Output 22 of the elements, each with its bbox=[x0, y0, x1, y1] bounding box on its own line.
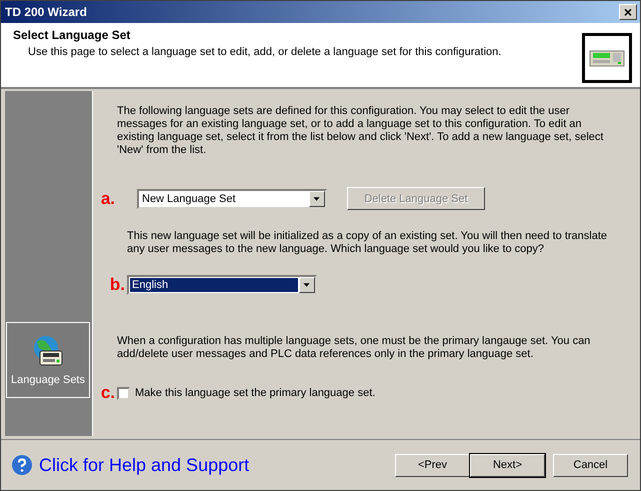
window-title: TD 200 Wizard bbox=[5, 5, 87, 19]
help-icon bbox=[11, 454, 33, 476]
page-subtitle: Use this page to select a language set to edit, add, or delete a language set for this configuration. bbox=[28, 46, 502, 58]
primary-checkbox[interactable] bbox=[117, 386, 130, 400]
page-title: Select Language Set bbox=[13, 28, 132, 42]
copy-language-dropdown[interactable]: English bbox=[127, 275, 317, 295]
step-marker: b. bbox=[108, 275, 126, 295]
copy-instructions: This new language set will be initialized as a copy of an existing set. You will then need to translate any user messages to the new language. Which language set would you like to copy? bbox=[126, 230, 608, 256]
step-marker: c. bbox=[100, 383, 116, 403]
cancel-button[interactable]: Cancel bbox=[553, 454, 628, 476]
prev-button[interactable]: <Prev bbox=[395, 454, 470, 476]
help-link[interactable]: Click for Help and Support bbox=[11, 454, 250, 476]
step-marker: a. bbox=[100, 188, 116, 208]
primary-set-text: When a configuration has multiple language sets, one must be the primary langauge set. You can add/delete user messages and PLC data references only in the primary language set. bbox=[117, 335, 592, 361]
close-button[interactable]: × bbox=[619, 4, 637, 20]
checkbox-label: Make this language set the primary language set. bbox=[135, 387, 376, 399]
language-dropdown[interactable]: New Language Set bbox=[137, 188, 327, 208]
globe-device-icon bbox=[31, 334, 65, 368]
next-button[interactable]: Next> bbox=[470, 454, 545, 476]
intro-text: The following language sets are defined for this configuration. You may select to edit the user messages for an existing language set, or to add a language set to this configuration. To edit an existing language set, select it from the list below and click 'Next'. To add a new language set, select 'New' from the list. bbox=[117, 105, 604, 157]
sidebar-item[interactable]: Language Sets bbox=[6, 322, 90, 398]
display-device-icon bbox=[582, 33, 632, 83]
